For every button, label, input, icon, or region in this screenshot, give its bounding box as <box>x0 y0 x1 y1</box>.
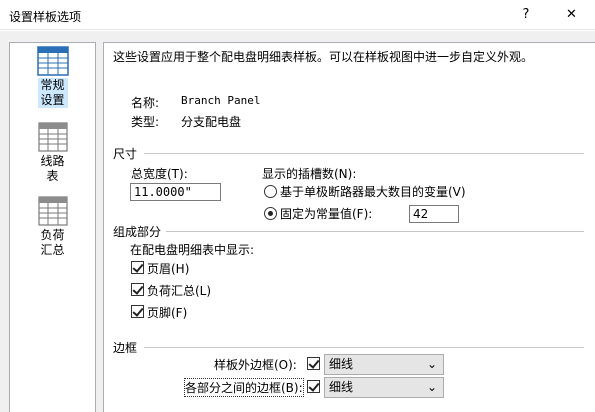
nav-item-circuit-table[interactable]: 线路表 <box>10 122 95 184</box>
nav-panel: 常规设置 线路表 负荷汇总 <box>9 42 96 412</box>
radio-fixed-label: 固定为常量值(F): <box>280 207 373 221</box>
help-button[interactable]: ? <box>504 0 548 30</box>
dialog-body: 常规设置 线路表 负荷汇总 这些设置应用于整个配电盘明细表样板。可以在样板视图中… <box>0 31 595 412</box>
header-checkbox[interactable] <box>131 261 144 274</box>
borders-section-title: 边框 <box>113 341 138 355</box>
type-label: 类型: <box>131 115 160 129</box>
radio-variable-label: 基于单极断路器最大数目的变量(V) <box>280 185 466 199</box>
load-summary-checkbox[interactable] <box>131 283 144 296</box>
load-summary-checkbox-label: 负荷汇总(L) <box>147 284 212 298</box>
size-separator <box>144 153 584 154</box>
nav-item-label: 线路表 <box>40 154 65 183</box>
total-width-label: 总宽度(T): <box>131 167 188 181</box>
chevron-down-icon: ⌄ <box>426 357 437 371</box>
nav-item-general[interactable]: 常规设置 <box>10 46 95 108</box>
nav-item-label: 常规设置 <box>37 78 68 108</box>
radio-variable[interactable] <box>264 185 277 198</box>
outer-border-dropdown[interactable]: 细线 ⌄ <box>324 354 444 375</box>
close-button[interactable]: ✕ <box>548 0 595 30</box>
type-value: 分支配电盘 <box>181 115 242 129</box>
nav-item-label: 负荷汇总 <box>40 228 65 257</box>
radio-fixed[interactable] <box>264 207 277 220</box>
total-width-input[interactable]: 11.0000" <box>130 183 221 201</box>
header-checkbox-label: 页眉(H) <box>147 262 190 276</box>
between-border-dropdown[interactable]: 细线 ⌄ <box>324 377 444 398</box>
footer-checkbox[interactable] <box>131 305 144 318</box>
window-title: 设置样板选项 <box>9 10 82 24</box>
between-border-label: 各部分之间的边框(B): <box>184 378 304 397</box>
show-in-schedule-label: 在配电盘明细表中显示: <box>130 243 255 257</box>
components-section-title: 组成部分 <box>113 225 162 239</box>
name-value: Branch Panel <box>181 94 261 107</box>
table-icon <box>36 46 69 76</box>
footer-checkbox-label: 页脚(F) <box>147 306 188 320</box>
settings-panel: 这些设置应用于整个配电盘明细表样板。可以在样板视图中进一步自定义外观。 名称: … <box>103 42 595 412</box>
nav-item-load-summary[interactable]: 负荷汇总 <box>10 196 95 258</box>
borders-separator <box>144 347 584 348</box>
between-border-checkbox[interactable] <box>307 380 320 393</box>
chevron-down-icon: ⌄ <box>426 380 437 394</box>
table-icon <box>37 196 68 226</box>
slots-label: 显示的插槽数(N): <box>262 167 357 181</box>
intro-text: 这些设置应用于整个配电盘明细表样板。可以在样板视图中进一步自定义外观。 <box>113 50 534 64</box>
outer-border-checkbox[interactable] <box>307 357 320 370</box>
title-bar: 设置样板选项 ? ✕ <box>0 0 595 30</box>
name-label: 名称: <box>131 96 160 110</box>
size-section-title: 尺寸 <box>113 147 138 161</box>
outer-border-label: 样板外边框(O): <box>214 358 297 372</box>
fixed-slot-count-input[interactable]: 42 <box>409 205 459 223</box>
table-icon <box>37 122 68 152</box>
components-separator <box>166 231 584 232</box>
